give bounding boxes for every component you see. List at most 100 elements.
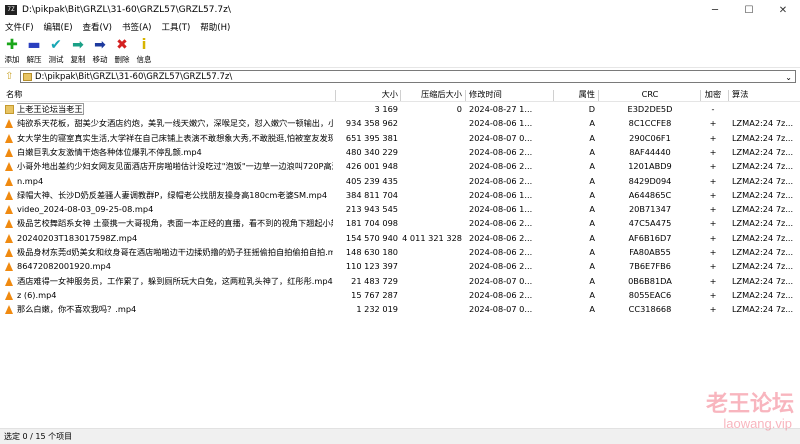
test-button[interactable]: ✔ 测试 bbox=[46, 35, 66, 67]
minimize-button[interactable]: ─ bbox=[698, 0, 732, 20]
menu-item-3[interactable]: 书签(A) bbox=[117, 21, 156, 33]
file-packed bbox=[402, 246, 462, 259]
table-row[interactable]: 极品身材东莞d奶美女和纹身哥在酒店啪啪边干边揉奶撸的奶子狂摇偷拍自拍偷拍自拍.m… bbox=[0, 246, 800, 259]
file-name-text: 酒店难得一女神服务员，工作累了，躲到厕所玩大白兔，这两粒乳头神了，红彤彤.mp4 bbox=[17, 275, 333, 286]
file-size: 213 943 545 bbox=[345, 204, 398, 215]
column-header-size[interactable]: 大小 bbox=[338, 88, 398, 101]
file-packed bbox=[402, 303, 462, 316]
file-size: 181 704 098 bbox=[345, 218, 398, 229]
minimize-icon: ─ bbox=[711, 4, 719, 16]
up-folder-button[interactable]: ⇧ bbox=[5, 72, 15, 82]
delete-button[interactable]: ✖ 删除 bbox=[112, 35, 132, 67]
table-row[interactable]: 上老王论坛当老王 3 169 0 2024-08-27 1... D E3D2DE5D - bbox=[0, 103, 800, 116]
file-size: 148 630 180 bbox=[345, 247, 398, 257]
table-row[interactable]: 白嫩巨乳女友激情干炮各种体位爆乳不停乱颤.mp4 480 340 229 2024-… bbox=[0, 146, 800, 159]
file-packed bbox=[402, 260, 462, 273]
file-method: LZMA2:24 7z... bbox=[732, 304, 794, 315]
vlc-file-icon bbox=[5, 190, 13, 200]
menu-item-2[interactable]: 查看(V) bbox=[78, 21, 117, 33]
column-header-method[interactable]: 算法 bbox=[732, 88, 792, 101]
column-header-attributes[interactable]: 属性 bbox=[555, 88, 595, 101]
file-method: LZMA2:24 7z... bbox=[732, 218, 794, 229]
close-button[interactable]: ✕ bbox=[766, 0, 800, 20]
menu-item-1[interactable]: 编辑(E) bbox=[39, 21, 78, 33]
vlc-file-icon bbox=[5, 262, 13, 272]
file-name: 酒店难得一女神服务员，工作累了，躲到厕所玩大白兔，这两粒乳头神了，红彤彤.mp4 bbox=[17, 275, 333, 288]
column-header-packed[interactable]: 压缩后大小 bbox=[402, 88, 462, 101]
file-size: 384 811 704 bbox=[345, 189, 398, 200]
file-name-text: 20240203T183017598Z.mp4 bbox=[17, 232, 138, 243]
add-label: 添加 bbox=[4, 55, 20, 64]
info-button[interactable]: i 信息 bbox=[134, 35, 154, 67]
file-name-text: 极品身材东莞d奶美女和纹身哥在酒店啪啪边干边揉奶撸的奶子狂摇偷拍自拍偷拍自拍.m… bbox=[17, 247, 333, 257]
add-button[interactable]: ✚ 添加 bbox=[2, 35, 22, 67]
file-method: LZMA2:24 7z... bbox=[732, 118, 794, 129]
file-crc: A644865C bbox=[628, 189, 672, 200]
table-row[interactable]: z (6).mp4 15 767 287 2024-08-06 2... A 8055E… bbox=[0, 289, 800, 302]
file-name: 小哥外地出差约少妇女网友见面酒店开房啪啪估计没吃过"泡饭"一边草一边浪叫720P… bbox=[17, 160, 333, 173]
file-name: 那么白嫩，你不喜欢我吗？.mp4 bbox=[17, 303, 333, 316]
table-row[interactable]: video_2024-08-03_09-25-08.mp4 213 943 545… bbox=[0, 203, 800, 216]
info-label: 信息 bbox=[136, 55, 152, 64]
file-crc: E3D2DE5D bbox=[627, 104, 673, 114]
table-row[interactable]: 酒店难得一女神服务员，工作累了，躲到厕所玩大白兔，这两粒乳头神了，红彤彤.mp4… bbox=[0, 275, 800, 288]
file-method: LZMA2:24 7z... bbox=[732, 175, 794, 186]
file-attr: A bbox=[589, 289, 595, 300]
chevron-down-icon[interactable]: ⌄ bbox=[785, 73, 792, 82]
file-modified: 2024-08-07 0... bbox=[469, 132, 533, 143]
file-method: LZMA2:24 7z... bbox=[732, 232, 794, 243]
table-row[interactable]: 864720820019​20.mp4 110 123 397 2024-08-06… bbox=[0, 260, 800, 273]
vlc-file-icon bbox=[5, 276, 13, 286]
menu-item-0[interactable]: 文件(F) bbox=[0, 21, 39, 33]
address-input[interactable]: D:\pikpak\Bit\GRZL\31-60\GRZL57\GRZL57.7… bbox=[20, 70, 796, 83]
file-name: 864720820019​20.mp4 bbox=[17, 260, 333, 273]
column-header-encrypted[interactable]: 加密 bbox=[702, 88, 724, 101]
file-attr: A bbox=[589, 175, 595, 186]
file-modified: 2024-08-06 2... bbox=[469, 232, 533, 243]
file-crc: 8AF44440 bbox=[629, 146, 671, 157]
check-icon: ✔ bbox=[50, 37, 62, 53]
file-name: 上老王论坛当老王 bbox=[17, 103, 333, 116]
file-modified: 2024-08-06 2... bbox=[469, 218, 533, 229]
table-row[interactable]: 20240203T183017598Z.mp4 154 570 940 4 011 … bbox=[0, 232, 800, 245]
copy-button[interactable]: ➡ 复制 bbox=[68, 35, 88, 67]
table-row[interactable]: 那么白嫩，你不喜欢我吗？.mp4 1 232 019 2024-08-07 0...… bbox=[0, 303, 800, 316]
extract-button[interactable]: ▬ 解压 bbox=[24, 35, 44, 67]
menu-item-4[interactable]: 工具(T) bbox=[156, 21, 195, 33]
file-packed bbox=[402, 160, 462, 173]
file-packed bbox=[402, 203, 462, 216]
table-row[interactable]: 极品艺校舞蹈系女神 土豪携一大哥视角，表面一本正经的直播，看不到的视角下翘起小翘… bbox=[0, 217, 800, 230]
file-attr: A bbox=[589, 118, 595, 129]
file-attr: A bbox=[589, 218, 595, 229]
menu-item-5[interactable]: 帮助(H) bbox=[195, 21, 235, 33]
file-size: 405 239 435 bbox=[345, 175, 398, 186]
table-row[interactable]: 小哥外地出差约少妇女网友见面酒店开房啪啪估计没吃过"泡饭"一边草一边浪叫720P… bbox=[0, 160, 800, 173]
file-size: 651 395 381 bbox=[345, 132, 398, 143]
move-label: 移动 bbox=[92, 55, 108, 64]
file-crc: 8C1CCFE8 bbox=[628, 118, 672, 129]
table-row[interactable]: 绿帽大神、长沙D奶反差骚人妻调教群P，绿帽老公找朋友操身高180cm老婆SM.m… bbox=[0, 189, 800, 202]
file-attr: A bbox=[589, 304, 595, 315]
table-row[interactable]: n.mp4 405 239 435 2024-08-06 2... A 8429D094… bbox=[0, 175, 800, 188]
column-header-crc[interactable]: CRC bbox=[630, 88, 670, 101]
plus-icon: ✚ bbox=[6, 37, 18, 53]
table-row[interactable]: 女大学生的寝室真实生活,大学祥在自己床铺上表演不敢想象大秀,不敢脱逛,怕被室友发… bbox=[0, 132, 800, 145]
column-header-modified[interactable]: 修改时间 bbox=[469, 88, 549, 101]
maximize-button[interactable]: ☐ bbox=[732, 0, 766, 20]
file-enc: + bbox=[709, 132, 717, 143]
table-row[interactable]: 纯欲系天花板，甜美少女酒店约炮，美乳一线天嫩穴，深喉足交，怼入嫩穴一顿输出，小.… bbox=[0, 117, 800, 130]
file-enc: + bbox=[709, 204, 717, 215]
file-enc: + bbox=[709, 118, 717, 129]
move-button[interactable]: ➡ 移动 bbox=[90, 35, 110, 67]
file-crc: 47C5A475 bbox=[628, 218, 672, 229]
file-name-text: 小哥外地出差约少妇女网友见面酒店开房啪啪估计没吃过"泡饭"一边草一边浪叫720P… bbox=[17, 161, 333, 172]
extract-label: 解压 bbox=[26, 55, 42, 64]
column-header-name[interactable]: 名称 bbox=[6, 88, 156, 101]
file-crc: FA80AB55 bbox=[629, 247, 671, 257]
file-modified: 2024-08-06 2... bbox=[469, 247, 533, 257]
file-name-text: 绿帽大神、长沙D奶反差骚人妻调教群P，绿帽老公找朋友操身高180cm老婆SM.m… bbox=[17, 189, 328, 200]
file-size: 426 001 948 bbox=[345, 161, 398, 172]
up-arrow-icon: ⇧ bbox=[5, 71, 14, 82]
file-method: LZMA2:24 7z... bbox=[732, 146, 794, 157]
file-packed: 0 bbox=[456, 104, 462, 114]
